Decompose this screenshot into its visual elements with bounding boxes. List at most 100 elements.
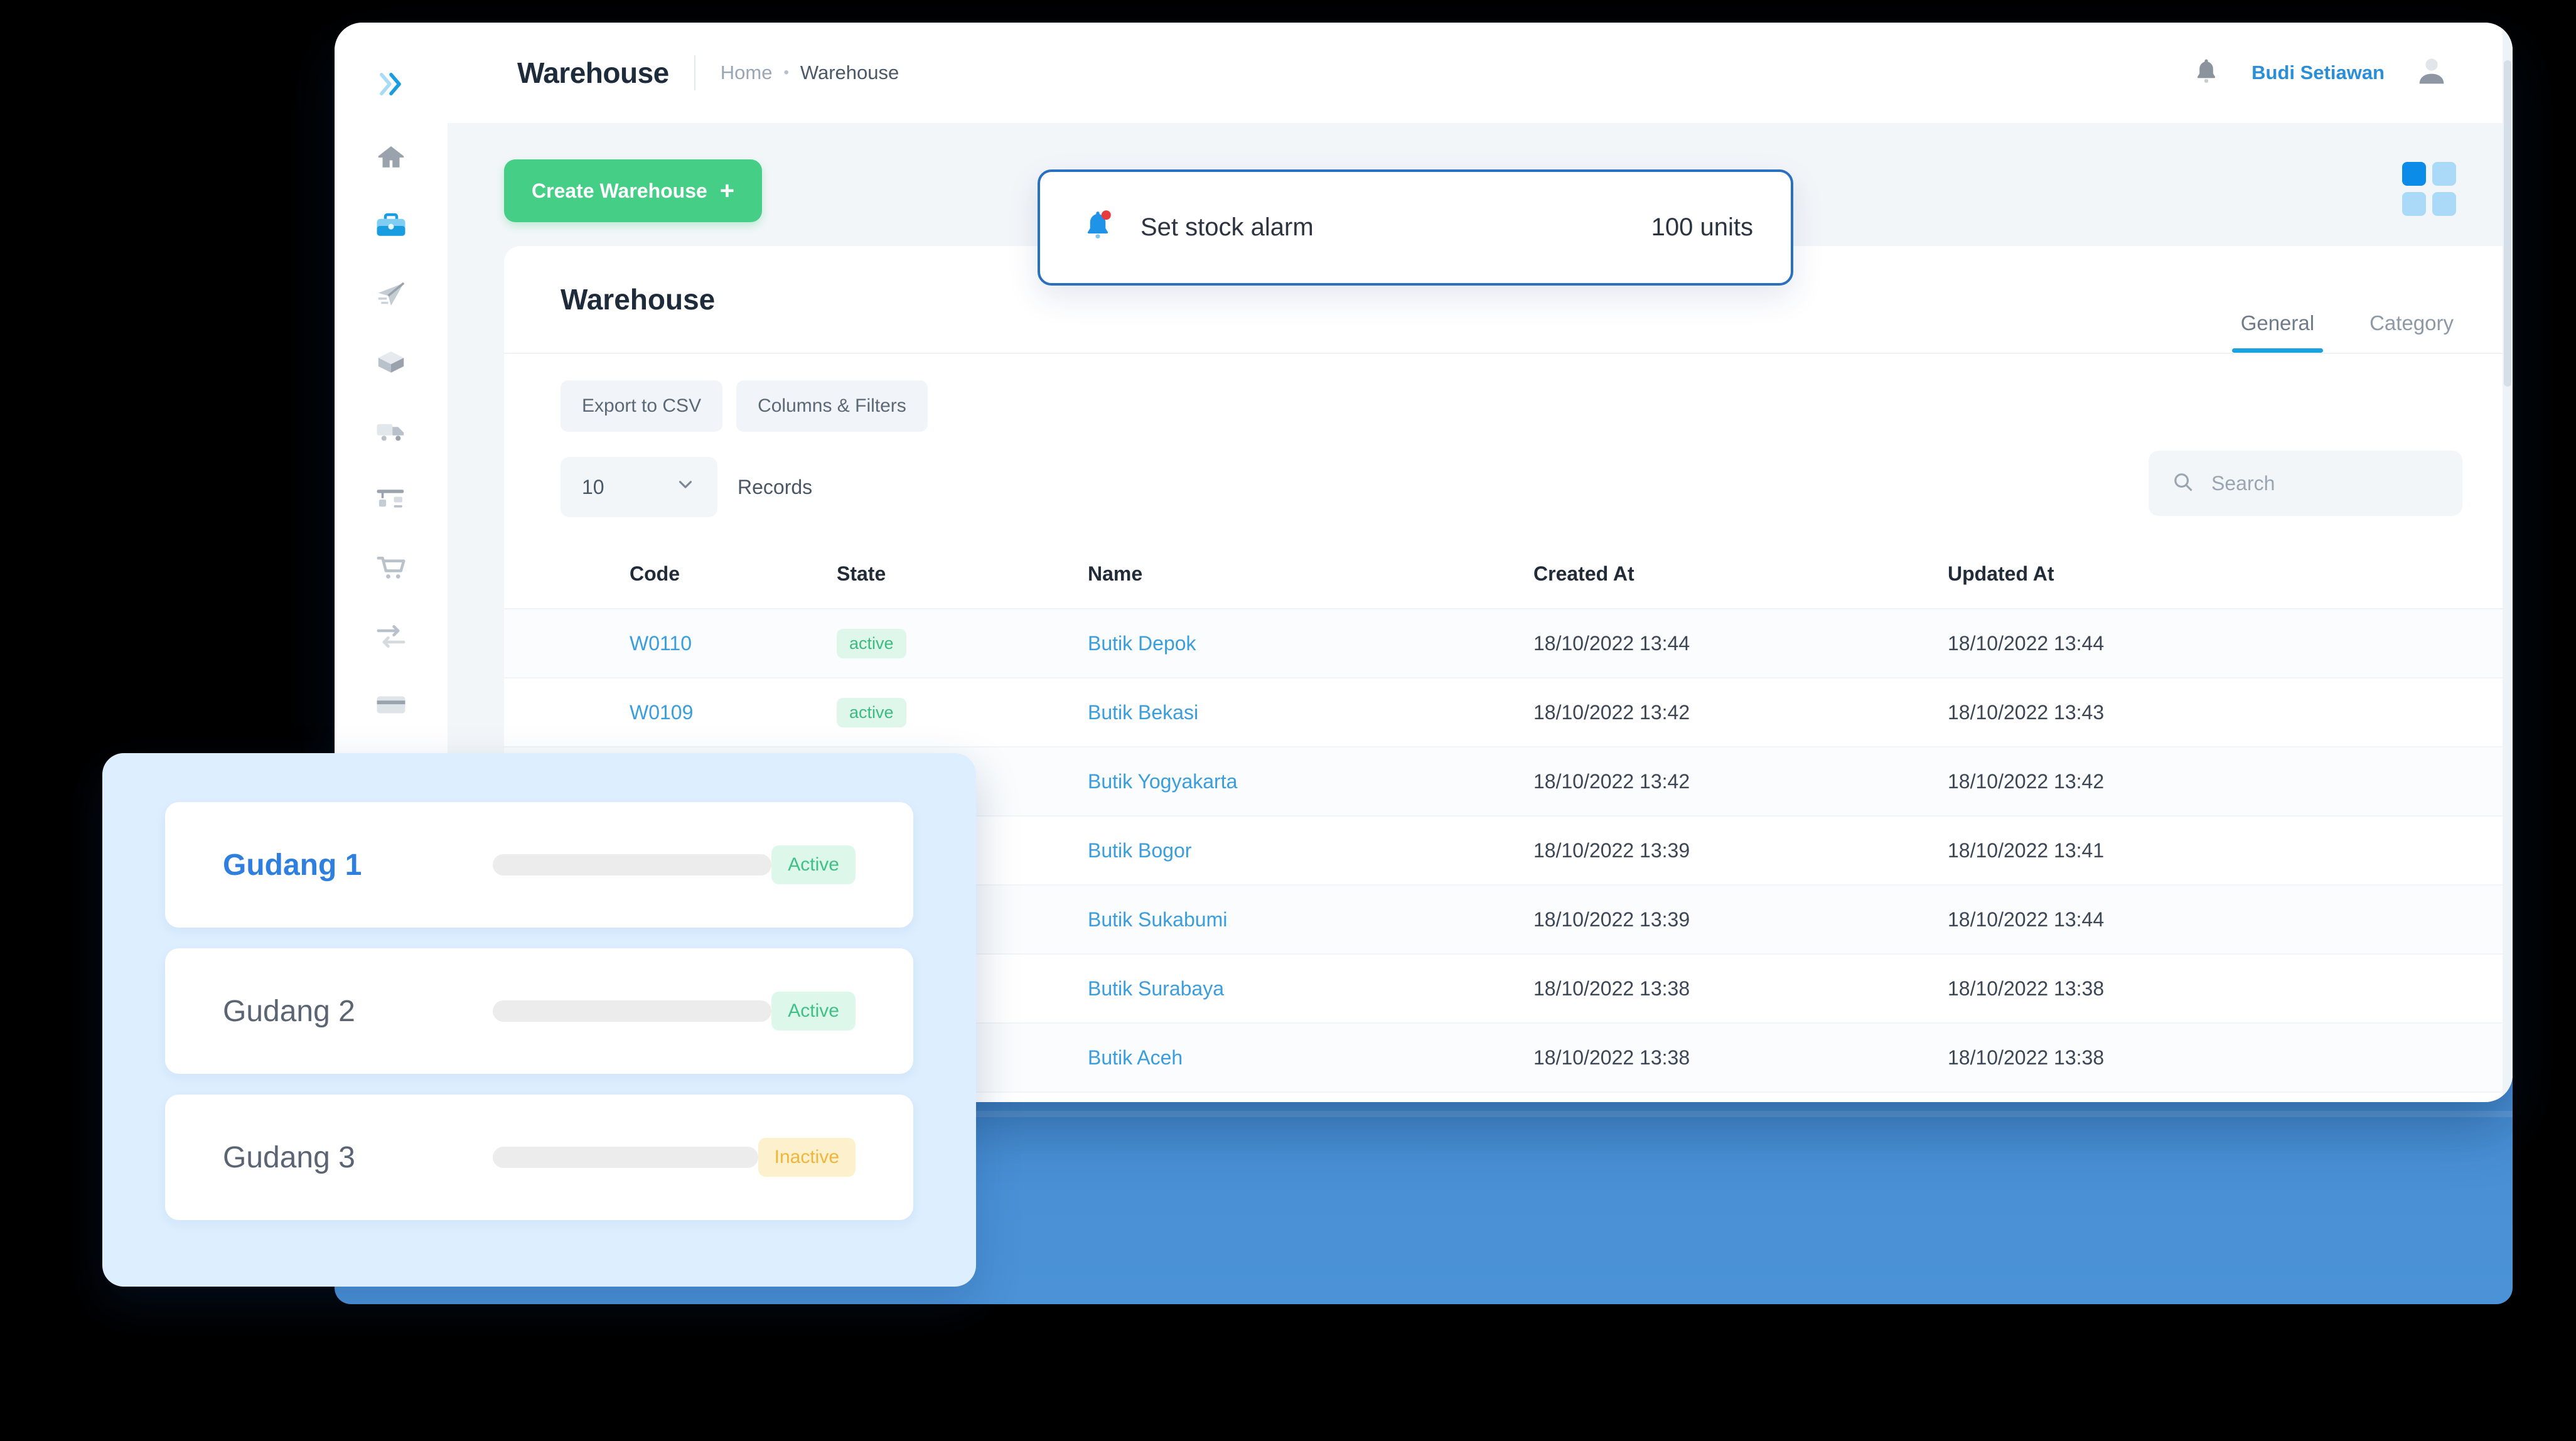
briefcase-icon (374, 209, 408, 243)
scrollbar-thumb[interactable] (2504, 60, 2511, 387)
grid-cell-1 (2402, 162, 2426, 186)
column-created-at[interactable]: Created At (1533, 540, 1948, 609)
stock-alarm-card[interactable]: Set stock alarm 100 units (1038, 169, 1793, 286)
cell-name: Butik Bogor (1088, 816, 1533, 885)
plus-icon: + (720, 178, 734, 203)
breadcrumb-separator: • (783, 64, 788, 82)
chevron-down-icon (675, 474, 696, 500)
cell-name: Butik Yogyakarta (1088, 747, 1533, 816)
cell-created-at: 18/10/2022 13:42 (1533, 678, 1948, 747)
table-row[interactable]: W0109 active Butik Bekasi 18/10/2022 13:421… (504, 678, 2513, 747)
column-updated-at[interactable]: Updated At (1948, 540, 2513, 609)
cell-created-at: 18/10/2022 13:39 (1533, 816, 1948, 885)
alarm-bell-icon (1078, 206, 1118, 249)
expand-sidebar-icon[interactable] (375, 68, 407, 104)
sidebar-item-logistics[interactable] (371, 479, 411, 520)
vertical-scrollbar[interactable] (2503, 23, 2513, 1102)
status-badge: active (837, 698, 906, 727)
sidebar-item-cart[interactable] (371, 548, 411, 588)
table-row[interactable]: W0110activeButik Depok18/10/2022 13:4418… (504, 609, 2513, 678)
crane-icon (374, 483, 408, 517)
breadcrumb: Home • Warehouse (721, 62, 899, 84)
cell-updated-at: 18/10/2022 13:43 (1948, 678, 2513, 747)
stock-alarm-value: 100 units (1651, 213, 1753, 242)
name-link[interactable]: Butik Yogyakarta (1088, 770, 1237, 793)
breadcrumb-current: Warehouse (800, 62, 899, 84)
cell-updated-at: 18/10/2022 13:38 (1948, 954, 2513, 1023)
name-link[interactable]: Butik Bekasi (1088, 701, 1198, 724)
tab-category[interactable]: Category (2361, 311, 2462, 353)
gudang-status-badge: Inactive (758, 1138, 856, 1177)
user-name[interactable]: Budi Setiawan (2251, 62, 2385, 84)
gudang-status-badge: Active (771, 845, 856, 884)
sidebar-item-payment[interactable] (371, 685, 411, 725)
box-icon (374, 346, 408, 380)
cell-code: W0109 (630, 678, 837, 747)
code-link[interactable]: W0109 (630, 701, 693, 724)
notification-bell-icon[interactable] (2190, 55, 2223, 91)
cell-updated-at: 18/10/2022 13:41 (1948, 816, 2513, 885)
cell-created-at: 18/10/2022 13:38 (1533, 954, 1948, 1023)
grid-cell-3 (2402, 192, 2426, 216)
grid-view-toggle[interactable] (2402, 162, 2456, 216)
cell-created-at: 18/10/2022 13:38 (1533, 1023, 1948, 1092)
records-per-page-select[interactable]: 10 (561, 457, 717, 517)
avatar[interactable] (2413, 53, 2450, 93)
column-code[interactable]: Code (630, 540, 837, 609)
search-input[interactable] (2211, 472, 2440, 495)
search-box[interactable] (2149, 451, 2462, 516)
breadcrumb-divider (694, 55, 695, 90)
panel-tabs: General Category (2232, 311, 2462, 353)
cell-updated-at: 18/10/2022 13:38 (1948, 1023, 2513, 1092)
cell-name: Butik Surabaya (1088, 954, 1533, 1023)
code-link[interactable]: W0110 (630, 632, 692, 655)
grid-cell-4 (2432, 192, 2456, 216)
page-title: Warehouse (517, 56, 669, 90)
stock-alarm-label: Set stock alarm (1140, 213, 1314, 242)
name-link[interactable]: Butik Surabaya (1088, 977, 1224, 1000)
cell-created-at: 18/10/2022 13:44 (1533, 609, 1948, 678)
cell-code: W0110 (630, 609, 837, 678)
column-name[interactable]: Name (1088, 540, 1533, 609)
breadcrumb-home[interactable]: Home (721, 62, 773, 84)
transfer-icon (374, 619, 408, 653)
gudang-name: Gudang 2 (223, 994, 493, 1029)
truck-icon (374, 414, 408, 448)
gudang-name: Gudang 3 (223, 1140, 493, 1175)
gudang-row[interactable]: Gudang 2Active (165, 948, 913, 1074)
gudang-row[interactable]: Gudang 1Active (165, 802, 913, 928)
name-link[interactable]: Butik Aceh (1088, 1046, 1183, 1069)
name-link[interactable]: Butik Bogor (1088, 839, 1191, 862)
cell-updated-at: 18/10/2022 13:42 (1948, 747, 2513, 816)
tab-general[interactable]: General (2232, 311, 2323, 353)
credit-card-icon (374, 688, 408, 722)
paper-plane-icon (374, 277, 408, 311)
cell-name: Butik Aceh (1088, 1023, 1533, 1092)
cell-name: Butik Depok (1088, 609, 1533, 678)
sidebar-item-shipping[interactable] (371, 274, 411, 314)
name-link[interactable]: Butik Sukabumi (1088, 908, 1227, 931)
cell-created-at: 18/10/2022 13:39 (1533, 885, 1948, 954)
create-warehouse-label: Create Warehouse (532, 179, 707, 203)
export-to-csv-button[interactable]: Export to CSV (561, 380, 722, 432)
create-warehouse-button[interactable]: Create Warehouse + (504, 159, 762, 222)
grid-cell-2 (2432, 162, 2456, 186)
name-link[interactable]: Butik Depok (1088, 632, 1196, 655)
cell-name: Butik Sukabumi (1088, 885, 1533, 954)
row-select-cell (504, 609, 630, 678)
sidebar-item-home[interactable] (371, 137, 411, 178)
row-select-cell (504, 678, 630, 747)
records-row: 10 Records (504, 432, 2513, 517)
column-select-all (504, 540, 630, 609)
sidebar-item-transfer[interactable] (371, 616, 411, 656)
sidebar-item-delivery[interactable] (371, 411, 411, 451)
cell-state: active (837, 609, 1088, 678)
gudang-row[interactable]: Gudang 3 Inactive (165, 1095, 913, 1220)
home-icon (374, 141, 408, 174)
status-badge: active (837, 629, 906, 658)
sidebar-item-warehouse[interactable] (371, 206, 411, 246)
column-state[interactable]: State (837, 540, 1088, 609)
sidebar-item-product[interactable] (371, 343, 411, 383)
filter-buttons: Export to CSV Columns & Filters (504, 354, 2513, 432)
columns-and-filters-button[interactable]: Columns & Filters (736, 380, 928, 432)
